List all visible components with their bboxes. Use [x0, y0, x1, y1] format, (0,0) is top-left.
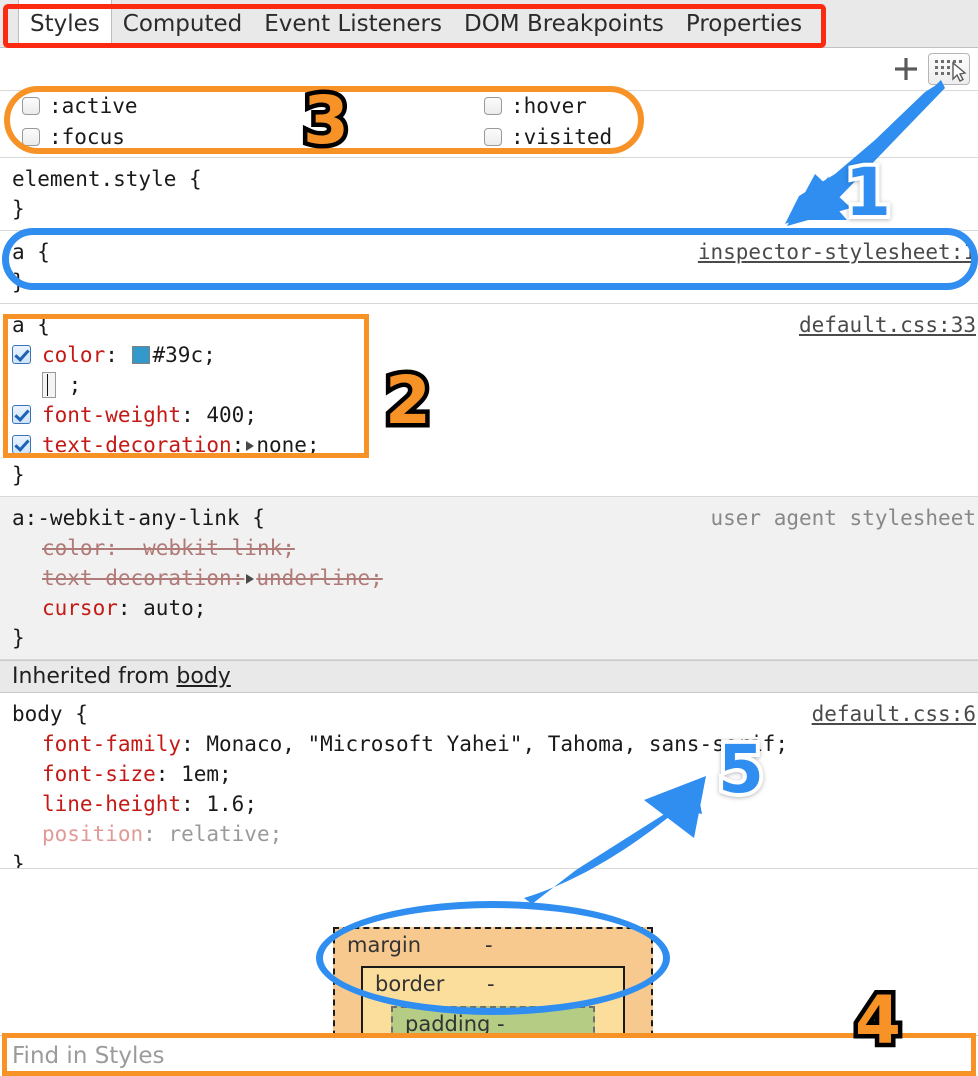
tab-dom-breakpoints[interactable]: DOM Breakpoints: [453, 0, 675, 47]
checkbox-checked-icon[interactable]: [12, 345, 31, 364]
declaration-value[interactable]: -webkit-link: [131, 536, 283, 560]
declaration-font-size[interactable]: font-size: 1em;: [12, 759, 968, 789]
declaration-property[interactable]: cursor: [42, 596, 118, 620]
panel-tab-bar: Styles Computed Event Listeners DOM Brea…: [0, 0, 978, 48]
declaration-value[interactable]: none: [256, 433, 307, 457]
declaration-property[interactable]: color: [42, 343, 105, 367]
declaration-value[interactable]: 400: [206, 403, 244, 427]
pseudo-label-active: :active: [49, 94, 138, 118]
box-model-margin-label: margin: [347, 933, 422, 957]
rule-body[interactable]: body { default.css:6 font-family: Monaco…: [0, 693, 978, 868]
checkbox-unchecked-icon[interactable]: [22, 97, 40, 115]
declaration-value[interactable]: 1em: [181, 762, 219, 786]
tab-event-listeners-label: Event Listeners: [264, 10, 442, 37]
find-in-styles-input[interactable]: Find in Styles: [0, 1043, 164, 1069]
declaration-property[interactable]: font-weight: [42, 403, 181, 427]
styles-toolbar: [0, 49, 978, 91]
rule-a-default[interactable]: a { default.css:33 color: #39c; ; font-w…: [0, 304, 978, 497]
pseudo-label-focus: :focus: [49, 125, 125, 149]
tab-styles-label: Styles: [30, 10, 100, 37]
declaration-property[interactable]: text-decoration: [42, 566, 232, 590]
rule-close-brace: }: [12, 463, 25, 487]
pseudo-label-visited: :visited: [511, 125, 613, 149]
pseudo-checkbox-focus[interactable]: :focus: [22, 125, 125, 149]
pseudo-class-panel: :active :focus :hover :visited: [0, 91, 978, 158]
declaration-font-weight[interactable]: font-weight: 400;: [12, 400, 968, 430]
tab-properties-label: Properties: [685, 10, 803, 37]
declaration-text-decoration-disabled[interactable]: text-decoration: underline;: [12, 563, 968, 593]
declaration-font-family[interactable]: font-family: Monaco, "Microsoft Yahei", …: [12, 729, 968, 759]
declaration-text-decoration[interactable]: text-decoration: none;: [12, 430, 968, 460]
expand-triangle-icon[interactable]: [246, 574, 255, 584]
devtools-styles-panel: Styles Computed Event Listeners DOM Brea…: [0, 0, 978, 1076]
declaration-cursor[interactable]: cursor: auto;: [12, 593, 968, 623]
box-model-border[interactable]: border - padding -: [361, 966, 625, 1045]
box-model-margin[interactable]: margin - border - padding -: [333, 927, 653, 1047]
box-model-margin-value[interactable]: -: [485, 933, 493, 957]
find-in-styles-bar[interactable]: Find in Styles: [0, 1035, 978, 1076]
box-model-padding-value[interactable]: -: [497, 1012, 505, 1036]
declaration-property[interactable]: text-decoration: [42, 433, 232, 457]
pseudo-checkbox-visited[interactable]: :visited: [484, 125, 612, 149]
declaration-value[interactable]: relative: [168, 822, 269, 846]
inherited-from-separator: Inherited from body: [0, 660, 978, 693]
declaration-color-disabled[interactable]: color: -webkit-link;: [12, 533, 968, 563]
checkbox-unchecked-icon[interactable]: [484, 97, 502, 115]
rule-close-brace: }: [12, 197, 25, 221]
rule-element-style[interactable]: element.style { }: [0, 158, 978, 231]
declaration-property[interactable]: line-height: [42, 792, 181, 816]
declaration-property[interactable]: font-family: [42, 732, 181, 756]
rule-a-inspector[interactable]: a { inspector-stylesheet:1 }: [0, 231, 978, 304]
checkbox-checked-icon[interactable]: [12, 435, 31, 454]
tab-styles[interactable]: Styles: [18, 0, 112, 47]
rule-origin-link[interactable]: default.css:6: [812, 699, 976, 729]
box-model-border-value[interactable]: -: [487, 972, 495, 996]
rule-origin-label: user agent stylesheet: [710, 506, 976, 530]
box-model-padding-label: padding: [405, 1012, 491, 1036]
color-swatch[interactable]: [131, 346, 150, 364]
expand-triangle-icon[interactable]: [246, 441, 255, 451]
declaration-line-height[interactable]: line-height: 1.6;: [12, 789, 968, 819]
declaration-value[interactable]: auto: [143, 596, 194, 620]
rule-origin-link[interactable]: inspector-stylesheet:1: [698, 237, 976, 267]
rule-selector[interactable]: element.style {: [12, 164, 968, 194]
pseudo-label-hover: :hover: [511, 94, 587, 118]
inherited-prefix: Inherited from: [12, 664, 170, 689]
checkbox-unchecked-icon[interactable]: [22, 128, 40, 146]
declaration-property[interactable]: color: [42, 536, 105, 560]
declaration-value[interactable]: Monaco, "Microsoft Yahei", Tahoma, sans-…: [206, 732, 775, 756]
inherited-source-link[interactable]: body: [176, 664, 230, 689]
plus-icon[interactable]: [892, 55, 920, 83]
element-state-picker-icon[interactable]: [928, 53, 970, 85]
declaration-value[interactable]: #39c: [153, 343, 204, 367]
rule-close-brace: }: [12, 852, 25, 868]
declaration-value[interactable]: underline: [256, 566, 370, 590]
declaration-property[interactable]: font-size: [42, 762, 156, 786]
declaration-property[interactable]: position: [42, 822, 143, 846]
checkbox-checked-icon[interactable]: [12, 405, 31, 424]
declaration-value[interactable]: 1.6: [206, 792, 244, 816]
tab-dom-breakpoints-label: DOM Breakpoints: [463, 10, 664, 37]
text-cursor-icon: [42, 372, 56, 398]
box-model-border-label: border: [375, 972, 445, 996]
css-rules-list[interactable]: element.style { } a { inspector-styleshe…: [0, 158, 978, 868]
tab-event-listeners[interactable]: Event Listeners: [253, 0, 453, 47]
checkbox-unchecked-icon[interactable]: [484, 128, 502, 146]
declaration-color[interactable]: color: #39c;: [12, 340, 968, 370]
rule-webkit-any-link[interactable]: a:-webkit-any-link { user agent styleshe…: [0, 497, 978, 660]
declaration-position[interactable]: position: relative;: [12, 819, 968, 849]
rule-origin-link[interactable]: default.css:33: [799, 310, 976, 340]
pseudo-checkbox-active[interactable]: :active: [22, 94, 138, 118]
declaration-new-editing[interactable]: ;: [12, 370, 968, 400]
tab-computed-label: Computed: [122, 10, 243, 37]
pseudo-checkbox-hover[interactable]: :hover: [484, 94, 587, 118]
rule-close-brace: }: [12, 626, 25, 650]
rule-close-brace: }: [12, 270, 25, 294]
tab-computed[interactable]: Computed: [112, 0, 253, 47]
box-model-diagram: margin - border - padding -: [0, 868, 978, 1047]
tab-properties[interactable]: Properties: [675, 0, 813, 47]
